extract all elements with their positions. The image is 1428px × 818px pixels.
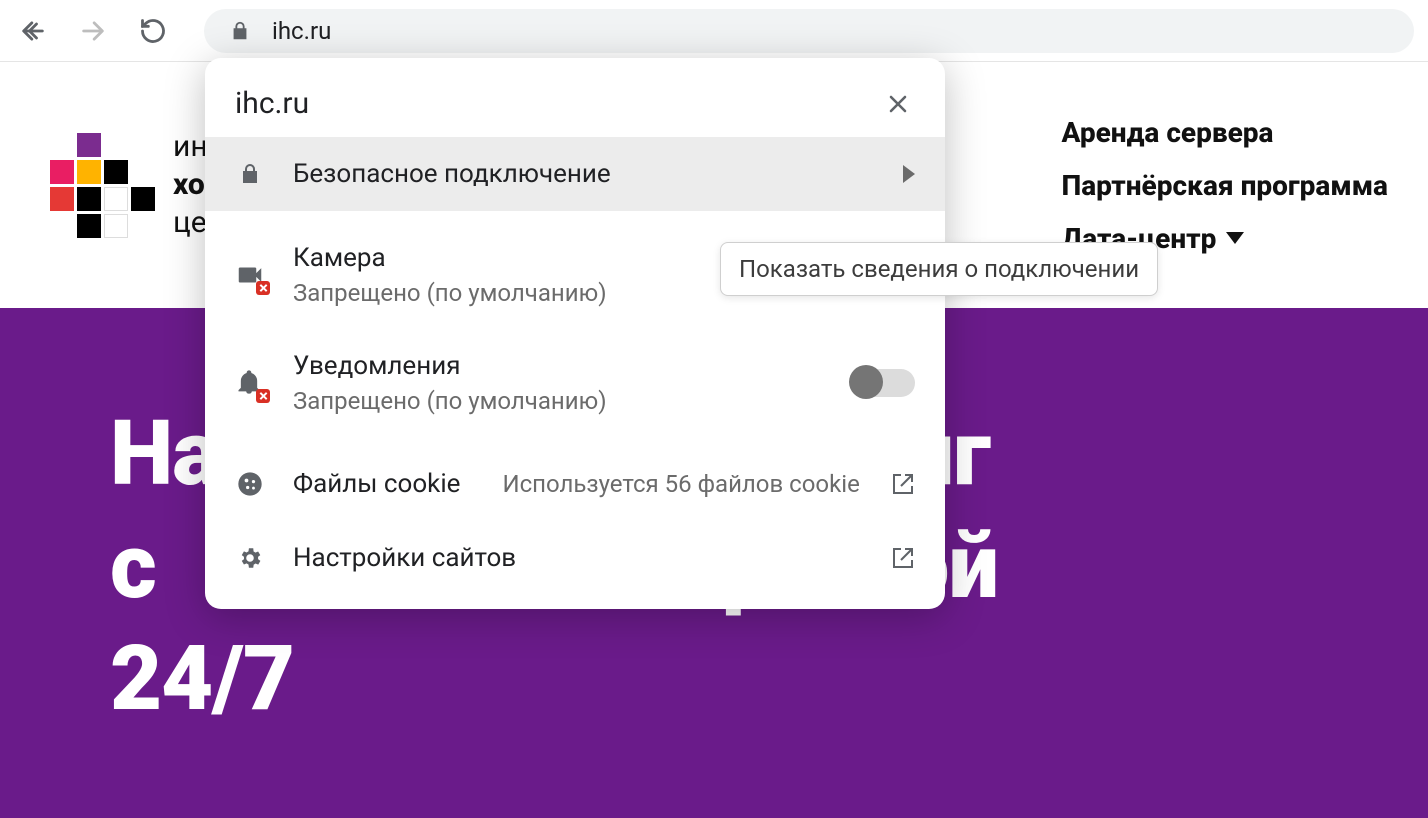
hero-frag: На <box>110 401 219 506</box>
cookie-icon <box>235 469 265 499</box>
hero-frag: 24/7 <box>110 626 294 731</box>
hero-frag: с <box>110 514 156 619</box>
browser-toolbar: ihc.ru <box>0 0 1428 62</box>
site-settings-row[interactable]: Настройки сайтов <box>205 521 945 595</box>
notifications-sublabel: Запрещено (по умолчанию) <box>293 387 823 415</box>
nav-label: Аренда сервера <box>1061 116 1273 149</box>
secure-connection-row[interactable]: Безопасное подключение <box>205 137 945 211</box>
popup-title: ihc.ru <box>235 86 881 121</box>
nav-label: Партнёрская программа <box>1061 169 1388 202</box>
lock-icon <box>235 159 265 189</box>
bell-icon <box>235 368 265 398</box>
logo-text: ин хо це <box>173 129 208 241</box>
cookies-row[interactable]: Файлы cookie Используется 56 файлов cook… <box>205 447 945 521</box>
notifications-permission-row: Уведомления Запрещено (по умолчанию) <box>205 329 945 437</box>
reload-button[interactable] <box>134 12 172 50</box>
lock-icon[interactable] <box>222 13 258 49</box>
popup-header: ihc.ru <box>205 58 945 137</box>
secure-connection-label: Безопасное подключение <box>293 159 611 189</box>
close-button[interactable] <box>881 87 915 121</box>
notifications-label: Уведомления <box>293 351 823 381</box>
cookies-count: Используется 56 файлов cookie <box>502 470 859 498</box>
blocked-badge-icon <box>256 281 270 295</box>
cookies-label: Файлы cookie <box>293 469 460 499</box>
external-link-icon <box>891 472 915 496</box>
nav-rent-server[interactable]: Аренда сервера <box>1061 116 1388 149</box>
forward-button[interactable] <box>74 12 112 50</box>
chevron-right-icon <box>903 165 915 183</box>
notifications-toggle[interactable] <box>851 369 915 397</box>
chevron-down-icon <box>1226 232 1244 244</box>
logo-line-2: хо <box>173 167 208 203</box>
url-text: ihc.ru <box>272 17 331 45</box>
site-settings-label: Настройки сайтов <box>293 543 516 573</box>
connection-tooltip: Показать сведения о подключении <box>720 242 1158 296</box>
logo-mark <box>50 133 155 238</box>
camera-icon <box>235 260 265 290</box>
back-button[interactable] <box>14 12 52 50</box>
gear-icon <box>235 543 265 573</box>
logo-line-1: ин <box>173 129 208 165</box>
nav-partner-program[interactable]: Партнёрская программа <box>1061 169 1388 202</box>
site-info-popup: ihc.ru Безопасное подключение Камера Зап… <box>205 58 945 609</box>
logo-line-3: це <box>173 205 208 241</box>
blocked-badge-icon <box>256 389 270 403</box>
site-logo[interactable]: ин хо це <box>50 129 208 241</box>
page-content: ин хо це Аренда сервера Партнёрская прог… <box>0 62 1428 818</box>
external-link-icon <box>891 546 915 570</box>
header-nav: Аренда сервера Партнёрская программа Дат… <box>1061 116 1388 255</box>
address-bar[interactable]: ihc.ru <box>204 9 1414 53</box>
